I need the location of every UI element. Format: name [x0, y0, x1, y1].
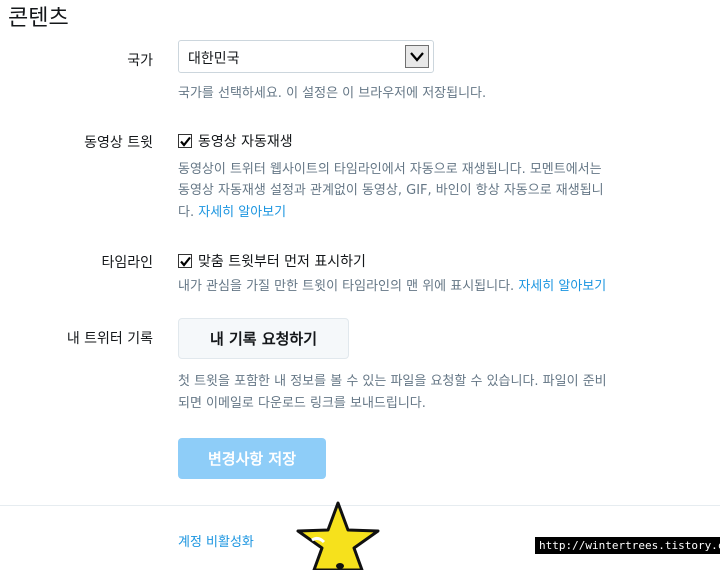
video-autoplay-label[interactable]: 동영상 자동재생 — [198, 131, 293, 151]
best-tweets-checkbox[interactable] — [178, 254, 192, 268]
timeline-help: 내가 관심을 가질 만한 트윗이 타임라인의 맨 위에 표시됩니다. 자세히 알… — [178, 277, 606, 296]
video-tweets-label: 동영상 트윗 — [84, 135, 153, 151]
video-autoplay-row: 동영상 자동재생 — [178, 131, 293, 151]
archive-label: 내 트위터 기록 — [66, 331, 153, 347]
chevron-down-icon[interactable] — [405, 45, 429, 68]
country-help: 국가를 선택하세요. 이 설정은 이 브라우저에 저장됩니다. — [178, 86, 487, 101]
video-help-line2: 동영상 자동재생 설정과 관계없이 동영상, GIF, 바인이 항상 자동으로 … — [178, 183, 604, 198]
watermark: http://wintertrees.tistory.co — [535, 537, 720, 554]
country-select[interactable]: 대한민국 — [178, 40, 434, 73]
request-archive-button[interactable]: 내 기록 요청하기 — [178, 318, 349, 359]
star-icon — [296, 501, 380, 570]
video-autoplay-checkbox[interactable] — [178, 134, 192, 148]
timeline-learn-more-link[interactable]: 자세히 알아보기 — [518, 279, 606, 294]
timeline-help-text: 내가 관심을 가질 만한 트윗이 타임라인의 맨 위에 표시됩니다. — [178, 279, 515, 294]
video-help-line3: 다. 자세히 알아보기 — [178, 203, 286, 222]
video-help-line1: 동영상이 트위터 웹사이트의 타임라인에서 자동으로 재생됩니다. 모멘트에서는 — [178, 162, 602, 177]
archive-help-line1: 첫 트윗을 포함한 내 정보를 볼 수 있는 파일을 요청할 수 있습니다. 파… — [178, 374, 607, 389]
country-label: 국가 — [127, 53, 153, 69]
timeline-label: 타임라인 — [101, 255, 153, 271]
save-changes-button[interactable]: 변경사항 저장 — [178, 438, 326, 479]
best-tweets-label[interactable]: 맞춤 트윗부터 먼저 표시하기 — [198, 251, 366, 271]
deactivate-account-link[interactable]: 계정 비활성화 — [178, 531, 254, 550]
section-title: 콘텐츠 — [8, 6, 69, 31]
video-learn-more-link[interactable]: 자세히 알아보기 — [198, 205, 286, 220]
best-tweets-row: 맞춤 트윗부터 먼저 표시하기 — [178, 251, 366, 271]
archive-help-line2: 되면 이메일로 다운로드 링크를 보내드립니다. — [178, 396, 426, 411]
video-help-prefix: 다. — [178, 205, 195, 220]
country-select-value: 대한민국 — [188, 51, 240, 67]
